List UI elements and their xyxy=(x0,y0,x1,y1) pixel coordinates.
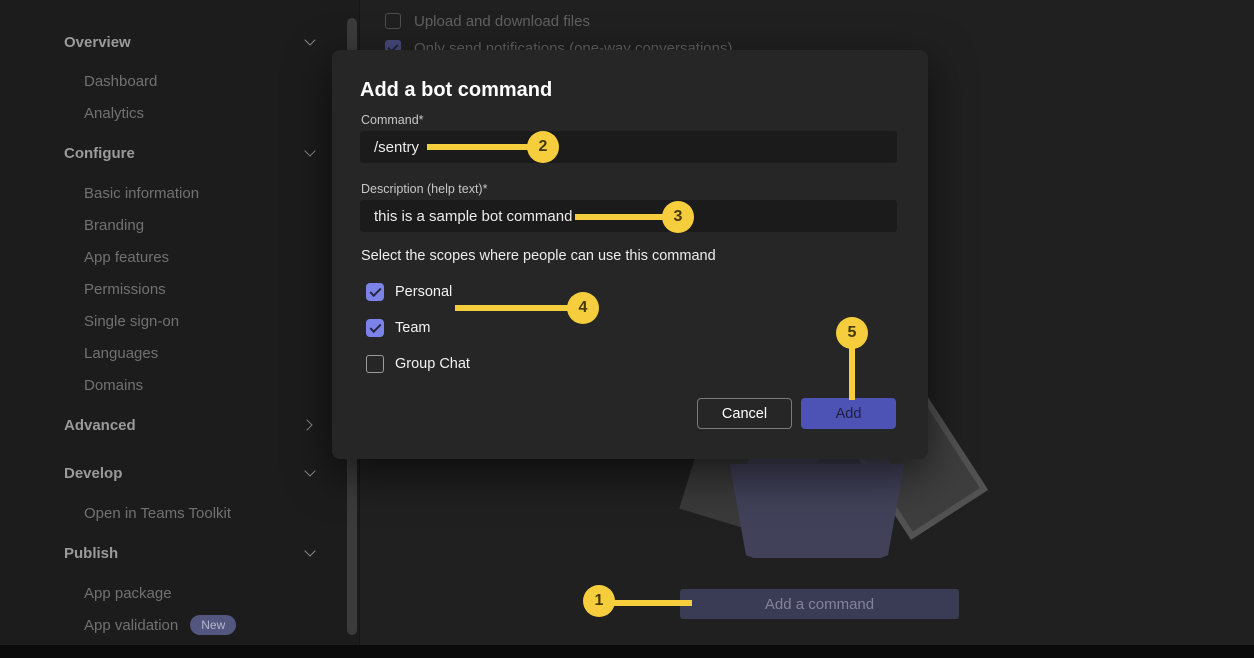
sidebar-item-label: Languages xyxy=(84,345,158,362)
sidebar-item-label: Basic information xyxy=(84,185,199,202)
command-field-label: Command* xyxy=(361,113,424,127)
sidebar-item-label: Overview xyxy=(64,34,131,51)
scopes-section-label: Select the scopes where people can use t… xyxy=(361,248,716,264)
scope-checkbox-group-chat[interactable]: Group Chat xyxy=(366,355,470,373)
cancel-button[interactable]: Cancel xyxy=(697,398,792,429)
sidebar-item-app-package[interactable]: App package xyxy=(84,583,320,603)
sidebar-item-label: Permissions xyxy=(84,281,166,298)
sidebar-item-publish[interactable]: Publish xyxy=(64,543,320,563)
sidebar-item-label: Domains xyxy=(84,377,143,394)
sidebar-item-label: App validation xyxy=(84,617,178,634)
sidebar-item-label: Analytics xyxy=(84,105,144,122)
annotation-badge-4: 4 xyxy=(567,292,599,324)
annotation-line-5 xyxy=(849,347,855,400)
annotation-line-3 xyxy=(575,214,665,220)
new-badge: New xyxy=(190,615,236,635)
sidebar-item-label: Publish xyxy=(64,545,118,562)
checkbox-label: Upload and download files xyxy=(414,13,590,30)
scope-label: Group Chat xyxy=(395,356,470,372)
annotation-line-4 xyxy=(455,305,570,311)
sidebar-item-label: Advanced xyxy=(64,417,136,434)
sidebar-item-languages[interactable]: Languages xyxy=(84,343,320,363)
sidebar-item-label: Develop xyxy=(64,465,122,482)
sidebar-item-permissions[interactable]: Permissions xyxy=(84,279,320,299)
illustration-open-box-icon xyxy=(726,464,908,558)
add-a-command-button[interactable]: Add a command xyxy=(680,589,959,619)
add-button[interactable]: Add xyxy=(801,398,896,429)
sidebar-item-label: Configure xyxy=(64,145,135,162)
dialog-title: Add a bot command xyxy=(360,79,552,102)
sidebar-item-advanced[interactable]: Advanced xyxy=(64,415,320,435)
add-bot-command-dialog: Add a bot command Command* Description (… xyxy=(332,50,928,459)
bottom-strip xyxy=(0,645,1254,658)
scope-label: Team xyxy=(395,320,430,336)
annotation-badge-1: 1 xyxy=(583,585,615,617)
scope-label: Personal xyxy=(395,284,452,300)
scope-checkbox-team[interactable]: Team xyxy=(366,319,430,337)
chevron-down-icon xyxy=(304,145,315,156)
sidebar-item-label: App package xyxy=(84,585,172,602)
sidebar-item-overview[interactable]: Overview xyxy=(64,32,320,52)
sidebar-item-branding[interactable]: Branding xyxy=(84,215,320,235)
sidebar-item-label: App features xyxy=(84,249,169,266)
description-field-label: Description (help text)* xyxy=(361,182,487,196)
chevron-right-icon xyxy=(301,419,312,430)
annotation-line-2 xyxy=(427,144,530,150)
sidebar-item-app-validation[interactable]: App validation New xyxy=(84,615,320,635)
annotation-line-1 xyxy=(613,600,692,606)
checkbox-unchecked-icon xyxy=(366,355,384,373)
annotation-badge-5: 5 xyxy=(836,317,868,349)
chevron-down-icon xyxy=(304,465,315,476)
annotation-badge-2: 2 xyxy=(527,131,559,163)
annotation-badge-3: 3 xyxy=(662,201,694,233)
checkbox-checked-icon xyxy=(366,319,384,337)
add-a-command-button-label: Add a command xyxy=(765,596,874,613)
chevron-down-icon xyxy=(304,545,315,556)
sidebar-item-label: Branding xyxy=(84,217,144,234)
sidebar-item-analytics[interactable]: Analytics xyxy=(84,103,320,123)
sidebar: Overview Dashboard Analytics Configure B… xyxy=(0,0,360,645)
sidebar-item-label: Dashboard xyxy=(84,73,157,90)
app-window: Overview Dashboard Analytics Configure B… xyxy=(0,0,1254,658)
sidebar-item-label: Single sign-on xyxy=(84,313,179,330)
sidebar-item-configure[interactable]: Configure xyxy=(64,143,320,163)
checkbox-checked-icon xyxy=(366,283,384,301)
checkbox-row-upload-download[interactable]: Upload and download files xyxy=(385,12,590,30)
scope-checkbox-personal[interactable]: Personal xyxy=(366,283,452,301)
sidebar-item-open-in-teams-toolkit[interactable]: Open in Teams Toolkit xyxy=(84,503,320,523)
chevron-down-icon xyxy=(304,34,315,45)
sidebar-item-label: Open in Teams Toolkit xyxy=(84,505,231,522)
sidebar-item-domains[interactable]: Domains xyxy=(84,375,320,395)
sidebar-item-single-sign-on[interactable]: Single sign-on xyxy=(84,311,320,331)
sidebar-item-dashboard[interactable]: Dashboard xyxy=(84,71,320,91)
sidebar-item-basic-information[interactable]: Basic information xyxy=(84,183,320,203)
sidebar-item-app-features[interactable]: App features xyxy=(84,247,320,267)
sidebar-item-develop[interactable]: Develop xyxy=(64,463,320,483)
checkbox-icon xyxy=(385,13,401,29)
